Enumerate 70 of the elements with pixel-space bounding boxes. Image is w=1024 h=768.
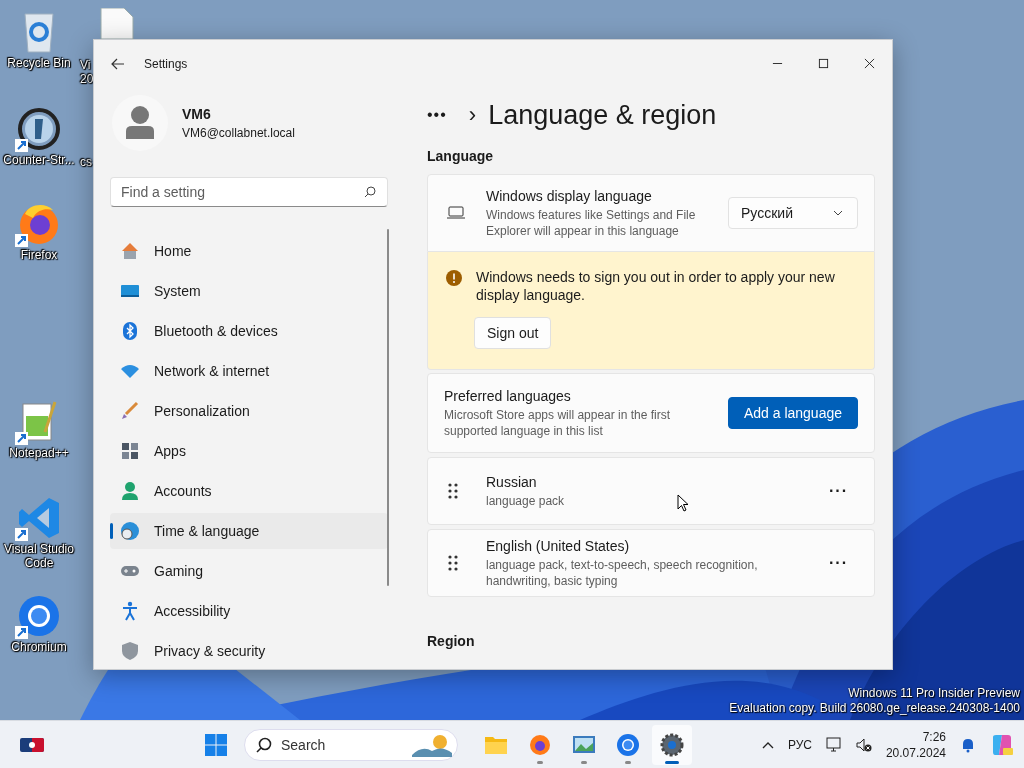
nav-item[interactable]: Home — [110, 233, 388, 269]
nav-item[interactable]: System — [110, 273, 388, 309]
speaker-muted-icon[interactable] — [855, 736, 872, 753]
search-icon — [256, 736, 272, 753]
breadcrumb-more-button[interactable]: ••• — [427, 106, 447, 124]
nav-item[interactable]: Accessibility — [110, 593, 388, 629]
apps-grid-icon — [120, 441, 140, 461]
gear-icon[interactable] — [660, 732, 684, 757]
language-name: English (United States) — [486, 537, 631, 554]
back-arrow-icon[interactable] — [111, 57, 125, 70]
brush-icon — [120, 401, 140, 421]
user-name: VM6 — [182, 105, 212, 122]
watermark-text: Evaluation copy. Build 26080.ge_release.240308-1400 — [729, 701, 1020, 716]
drag-handle-icon[interactable] — [448, 555, 458, 571]
language-card[interactable]: English (United States) language pack, text-to-speech, speech recognition, handwriting, basic typing ··· — [427, 529, 875, 597]
section-heading: Language — [427, 148, 495, 164]
mouse-cursor-icon — [677, 494, 689, 512]
window-title: Settings — [144, 56, 188, 71]
settings-search-field[interactable]: Find a setting — [110, 177, 388, 207]
network-monitor-icon[interactable] — [825, 736, 842, 753]
start-icon[interactable] — [204, 732, 228, 757]
setting-title: Windows display language — [486, 187, 653, 204]
landscape-icon — [412, 732, 452, 757]
laptop-icon — [446, 205, 466, 221]
nav-item[interactable]: Time & language — [110, 513, 388, 549]
warning-text: Windows needs to sign you out in order to apply your new display language. — [476, 268, 836, 304]
breadcrumb-separator: › — [468, 102, 477, 128]
nav-item[interactable]: Apps — [110, 433, 388, 469]
setting-description: Windows features like Settings and File Explorer will appear in this language — [486, 206, 697, 239]
shield-icon — [120, 641, 140, 661]
language-details: language pack, text-to-speech, speech recognition, handwriting, basic typing — [486, 556, 759, 589]
language-name: Russian — [486, 473, 538, 490]
user-email: VM6@collabnet.local — [182, 125, 295, 140]
bluetooth-icon — [120, 321, 140, 341]
add-language-button[interactable]: Add a language — [727, 397, 858, 429]
drag-handle-icon[interactable] — [448, 483, 458, 499]
accessibility-icon — [120, 601, 140, 621]
sign-out-button[interactable]: Sign out — [474, 317, 552, 349]
nav-item[interactable]: Personalization — [110, 393, 388, 429]
person-icon — [120, 481, 140, 501]
nav-item[interactable]: Privacy & security — [110, 633, 388, 669]
nav-item[interactable]: Accounts — [110, 473, 388, 509]
language-card[interactable]: Russian language pack ··· — [427, 457, 875, 525]
more-options-button[interactable]: ··· — [829, 482, 848, 500]
section-heading: Region — [427, 633, 476, 649]
info-icon — [446, 270, 462, 286]
chevron-up-icon[interactable] — [761, 740, 774, 749]
input-language-indicator[interactable]: РУС — [787, 737, 812, 752]
page-title: Language & region — [488, 99, 717, 131]
setting-title: Preferred languages — [444, 387, 572, 404]
close-icon[interactable] — [864, 58, 875, 69]
watermark-text: Windows 11 Pro Insider Preview — [848, 686, 1020, 701]
search-icon — [364, 186, 376, 198]
bell-icon[interactable] — [960, 736, 976, 753]
clock-time[interactable]: 7:26 — [922, 728, 946, 745]
language-dropdown[interactable]: Русский — [728, 197, 858, 229]
setting-description: Microsoft Store apps will appear in the first supported language in this list — [444, 406, 672, 439]
nav-item[interactable]: Gaming — [110, 553, 388, 589]
house-icon — [120, 241, 140, 261]
more-options-button[interactable]: ··· — [829, 554, 848, 572]
nav-item[interactable]: Network & internet — [110, 353, 388, 389]
taskbar-search-field[interactable]: Search — [244, 728, 458, 761]
language-details: language pack — [486, 492, 565, 509]
colorful-app-icon[interactable] — [990, 732, 1014, 757]
chevron-down-icon — [833, 210, 843, 216]
browser-circle-icon[interactable] — [616, 732, 640, 757]
news-widget-icon[interactable] — [20, 737, 44, 752]
nav-item[interactable]: Bluetooth & devices — [110, 313, 388, 349]
maximize-icon[interactable] — [818, 58, 829, 69]
clock-date[interactable]: 20.07.2024 — [885, 744, 946, 761]
